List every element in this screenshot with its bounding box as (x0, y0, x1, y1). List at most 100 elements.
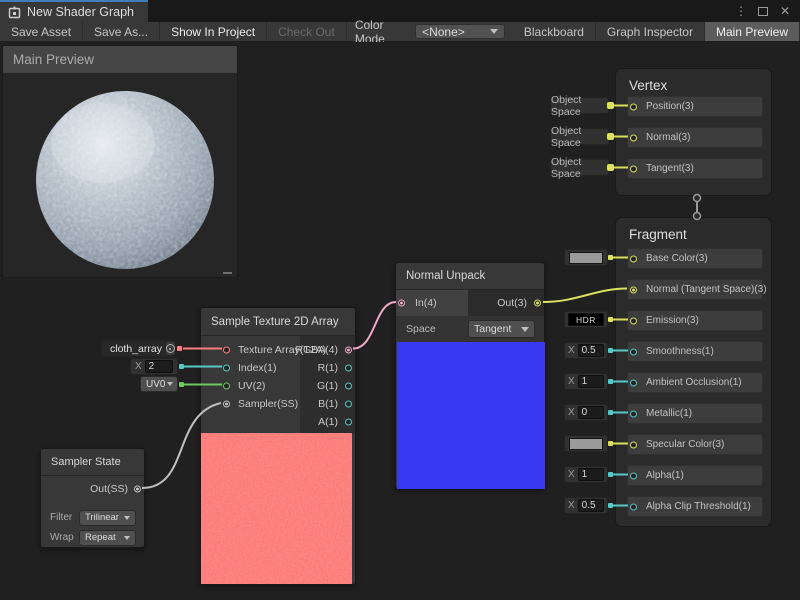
fragment-slot-ambient-occlusion[interactable]: Ambient Occlusion(1) (627, 372, 763, 393)
output-b[interactable]: B(1) (300, 395, 355, 412)
port-specular-color[interactable] (630, 441, 637, 448)
port-texture-array[interactable] (223, 346, 230, 353)
sample-texture-2d-array-node[interactable]: Sample Texture 2D Array Texture Array(T2… (200, 307, 356, 585)
port-out-ss[interactable] (134, 486, 141, 493)
filter-dropdown[interactable]: Trilinear (79, 510, 136, 526)
port-a[interactable] (345, 418, 352, 425)
port-emission[interactable] (630, 317, 637, 324)
input-sampler[interactable]: Sampler(SS) (201, 395, 301, 412)
port-tangent[interactable] (630, 165, 637, 172)
output-r[interactable]: R(1) (300, 359, 355, 376)
port-sampler[interactable] (223, 400, 230, 407)
blackboard-toggle-button[interactable]: Blackboard (513, 22, 596, 41)
port-rgba[interactable] (345, 346, 352, 353)
value-field[interactable]: 0.5 (578, 499, 604, 512)
port-uv[interactable] (223, 382, 230, 389)
graph-inspector-toggle-button[interactable]: Graph Inspector (596, 22, 705, 41)
normal-space-pill[interactable]: Object Space (550, 128, 609, 145)
fragment-slot-normal-ts[interactable]: Normal (Tangent Space)(3) (627, 279, 763, 300)
normal-unpack-title: Normal Unpack (396, 263, 544, 290)
fragment-slot-alpha[interactable]: Alpha(1) (627, 465, 763, 486)
fragment-slot-alpha-clip[interactable]: Alpha Clip Threshold(1) (627, 496, 763, 517)
vertex-slot-tangent[interactable]: Tangent(3) (627, 158, 763, 179)
sampler-state-out-slot[interactable]: Out(SS) (41, 476, 144, 502)
port-alpha-clip-threshold[interactable] (630, 503, 637, 510)
port-position[interactable] (630, 103, 637, 110)
main-preview-header[interactable]: Main Preview (3, 46, 237, 73)
main-preview-toggle-button[interactable]: Main Preview (705, 22, 800, 41)
space-dropdown[interactable]: Tangent (468, 320, 535, 338)
close-icon[interactable]: ✕ (776, 2, 794, 20)
input-uv[interactable]: UV(2) (201, 377, 301, 394)
port-r[interactable] (345, 364, 352, 371)
port-alpha[interactable] (630, 472, 637, 479)
port-normal[interactable] (630, 134, 637, 141)
port-in4[interactable] (398, 300, 405, 307)
fragment-slot-smoothness[interactable]: Smoothness(1) (627, 341, 763, 362)
input-index[interactable]: Index(1) (201, 359, 301, 376)
alpha-clip-default-input[interactable]: X 0.5 (564, 497, 608, 514)
cloth-array-property-pill[interactable]: cloth_array (101, 340, 174, 357)
value-field[interactable]: 1 (578, 468, 604, 481)
normal-unpack-out-slot[interactable]: Out(3) (468, 290, 544, 316)
maximize-icon[interactable] (754, 2, 772, 20)
tangent-space-pill[interactable]: Object Space (550, 159, 609, 176)
port-index[interactable] (223, 364, 230, 371)
metallic-default-input[interactable]: X 0 (564, 404, 608, 421)
base-color-swatch-widget[interactable] (564, 249, 608, 266)
panel-resize-handle[interactable] (223, 272, 232, 274)
show-in-project-button[interactable]: Show In Project (160, 22, 267, 41)
fragment-slot-metallic[interactable]: Metallic(1) (627, 403, 763, 424)
position-space-pill[interactable]: Object Space (550, 97, 609, 114)
main-preview-viewport[interactable] (3, 73, 237, 277)
port-ambient-occlusion[interactable] (630, 379, 637, 386)
port-b[interactable] (345, 400, 352, 407)
color-swatch[interactable] (569, 438, 603, 450)
color-swatch[interactable] (569, 252, 603, 264)
port-metallic[interactable] (630, 410, 637, 417)
fragment-slot-emission[interactable]: Emission(3) (627, 310, 763, 331)
uv-channel-dropdown[interactable]: UV0 (140, 376, 178, 392)
more-menu-icon[interactable]: ⋮ (732, 2, 750, 20)
ao-default-input[interactable]: X 1 (564, 373, 608, 390)
save-as-button[interactable]: Save As... (83, 22, 160, 41)
index-default-input[interactable]: X 2 (130, 358, 178, 375)
wire-rgba-to-in[interactable] (353, 302, 396, 349)
vertex-slot-position[interactable]: Position(3) (627, 96, 763, 117)
value-field[interactable]: 0.5 (578, 344, 604, 357)
vertex-slot-normal[interactable]: Normal(3) (627, 127, 763, 148)
port-normal-tangent-space[interactable] (630, 286, 637, 293)
hdr-color-field[interactable]: HDR (568, 313, 604, 326)
graph-canvas[interactable]: Main Preview (0, 42, 800, 600)
alpha-default-input[interactable]: X 1 (564, 466, 608, 483)
specular-swatch-widget[interactable] (564, 435, 608, 452)
vertex-context-node[interactable]: Vertex Position(3) Normal(3) Tangent(3) (615, 68, 772, 196)
wrap-dropdown[interactable]: Repeat (79, 530, 136, 546)
sampler-state-node[interactable]: Sampler State Out(SS) Filter Trilinear W… (40, 448, 145, 548)
value-field[interactable]: 1 (578, 375, 604, 388)
input-texture-array[interactable]: Texture Array(T2A) (201, 341, 301, 358)
normal-map-preview (397, 342, 545, 489)
port-base-color[interactable] (630, 255, 637, 262)
value-field[interactable]: 0 (578, 406, 604, 419)
output-rgba[interactable]: RGBA(4) (300, 341, 355, 358)
value-field[interactable]: 2 (145, 360, 173, 373)
port-out3[interactable] (534, 300, 541, 307)
smoothness-default-input[interactable]: X 0.5 (564, 342, 608, 359)
port-g[interactable] (345, 382, 352, 389)
save-asset-button[interactable]: Save Asset (0, 22, 83, 41)
normal-unpack-in-slot[interactable]: In(4) (396, 290, 468, 316)
fragment-slot-specular-color[interactable]: Specular Color(3) (627, 434, 763, 455)
exposed-property-icon[interactable] (166, 342, 175, 355)
port-smoothness[interactable] (630, 348, 637, 355)
color-mode-dropdown[interactable]: <None> (415, 24, 505, 39)
output-a[interactable]: A(1) (300, 413, 355, 430)
normal-unpack-node[interactable]: Normal Unpack In(4) Out(3) Space Tangent (395, 262, 545, 489)
fragment-context-node[interactable]: Fragment Base Color(3) Normal (Tangent S… (615, 217, 772, 527)
emission-hdr-widget[interactable]: HDR (564, 311, 608, 328)
main-preview-panel[interactable]: Main Preview (2, 45, 238, 278)
chevron-down-icon (490, 29, 498, 34)
fragment-slot-base-color[interactable]: Base Color(3) (627, 248, 763, 269)
tab-new-shader-graph[interactable]: New Shader Graph (0, 0, 148, 22)
output-g[interactable]: G(1) (300, 377, 355, 394)
